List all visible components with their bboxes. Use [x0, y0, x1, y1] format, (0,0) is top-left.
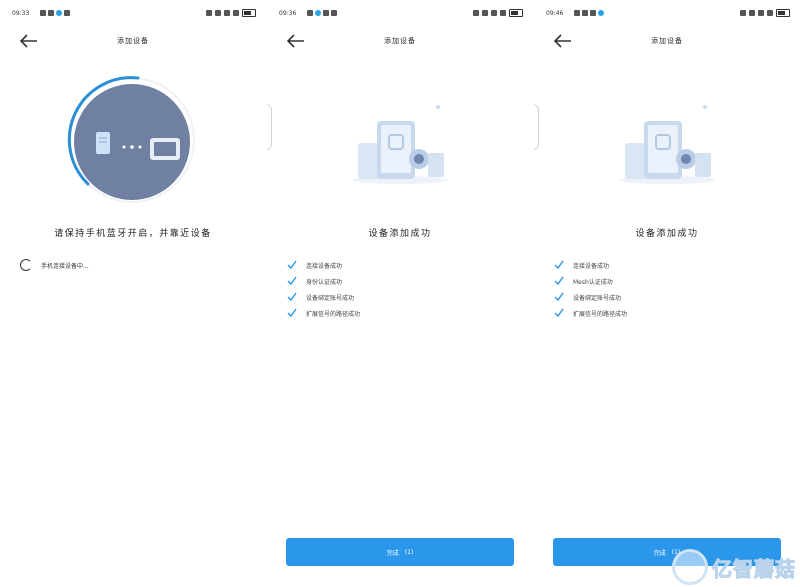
edge-handle [267, 104, 272, 150]
screen-success-2: 09:46 添加设备 设备添加成功 连接设备成功 Mesh认证成功 设备绑定账号… [534, 0, 800, 587]
page-title: 添加设备 [651, 37, 683, 45]
connection-progress: 手机连接设备中... [20, 259, 89, 271]
step-item: 设备绑定账号成功 [554, 289, 627, 305]
step-label: 扩展信号的路径成功 [306, 310, 361, 318]
step-label: Mesh认证成功 [573, 278, 613, 286]
battery-icon [509, 9, 523, 17]
step-list: 连接设备成功 身份认证成功 设备绑定账号成功 扩展信号的路径成功 [287, 257, 360, 321]
success-message: 设备添加成功 [368, 229, 432, 239]
check-icon [554, 276, 564, 286]
watermark: 亿智蘑菇 [672, 549, 796, 585]
step-item: 设备绑定账号成功 [287, 289, 360, 305]
battery-icon [242, 9, 256, 17]
done-label: 完成 [653, 549, 666, 557]
step-item: 连接设备成功 [287, 257, 360, 273]
check-icon [554, 292, 564, 302]
step-item: 连接设备成功 [554, 257, 627, 273]
check-icon [554, 308, 564, 318]
step-item: 扩展信号的路径成功 [287, 305, 360, 321]
status-time: 09:33 [12, 10, 30, 17]
battery-icon [776, 9, 790, 17]
step-item: 扩展信号的路径成功 [554, 305, 627, 321]
bluetooth-pairing-illustration [67, 76, 195, 203]
step-label: 扩展信号的路径成功 [573, 310, 628, 318]
check-icon [287, 292, 297, 302]
screen-success-1: 09:36 添加设备 设备添加成功 连接设备成功 身份认证成功 设备绑定账号成功 [267, 0, 533, 587]
watermark-logo-icon [672, 549, 708, 585]
step-label: 身份认证成功 [306, 278, 343, 286]
bluetooth-instruction: 请保持手机蓝牙开启，并靠近设备 [54, 229, 212, 239]
check-icon [554, 260, 564, 270]
edge-handle [534, 104, 539, 150]
success-message: 设备添加成功 [635, 229, 699, 239]
screen-connecting: 09:33 添加设备 请保持手机蓝牙开启，并靠近设备 手机连接设备中... [0, 0, 266, 587]
system-icons [206, 9, 256, 17]
check-icon [287, 308, 297, 318]
step-label: 连接设备成功 [573, 262, 610, 270]
page-title: 添加设备 [384, 37, 416, 45]
status-time: 09:46 [546, 10, 564, 17]
system-icons [473, 9, 523, 17]
step-label: 设备绑定账号成功 [573, 294, 622, 302]
notification-icons [40, 10, 70, 16]
status-bar: 09:46 [546, 9, 790, 21]
check-icon [287, 260, 297, 270]
notification-icons [307, 10, 337, 16]
loading-spinner-icon [20, 259, 32, 271]
status-bar: 09:33 [12, 9, 256, 21]
step-label: 设备绑定账号成功 [306, 294, 355, 302]
status-bar: 09:36 [279, 9, 523, 21]
page-title: 添加设备 [117, 37, 149, 45]
step-item: Mesh认证成功 [554, 273, 627, 289]
devices-illustration [352, 105, 448, 184]
step-label: 连接设备成功 [306, 262, 343, 270]
check-icon [287, 276, 297, 286]
devices-illustration [619, 105, 715, 184]
step-list: 连接设备成功 Mesh认证成功 设备绑定账号成功 扩展信号的路径成功 [554, 257, 627, 321]
status-time: 09:36 [279, 10, 297, 17]
step-item: 身份认证成功 [287, 273, 360, 289]
system-icons [740, 9, 790, 17]
done-button[interactable]: 完成 (1) [286, 538, 514, 566]
watermark-text: 亿智蘑菇 [712, 556, 796, 581]
progress-text: 手机连接设备中... [41, 262, 89, 270]
done-count: (1) [404, 548, 414, 556]
notification-icons [574, 10, 604, 16]
done-label: 完成 [386, 549, 399, 557]
